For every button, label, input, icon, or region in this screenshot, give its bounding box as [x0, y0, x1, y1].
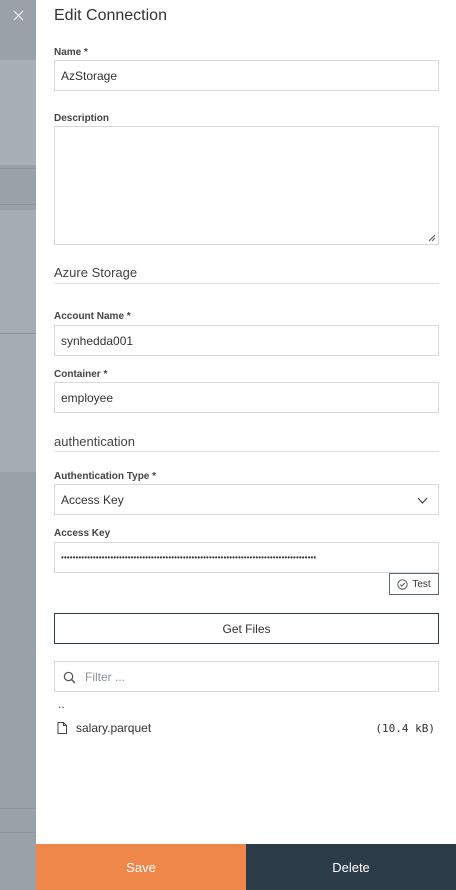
section-divider — [54, 283, 439, 284]
background-divider — [0, 204, 36, 205]
auth-type-value: Access Key — [61, 492, 124, 507]
account-name-label: Account Name * — [54, 311, 131, 322]
delete-button[interactable]: Delete — [246, 844, 456, 890]
azure-storage-section-title: Azure Storage — [54, 265, 138, 280]
file-icon — [57, 722, 67, 734]
test-button-label: Test — [412, 578, 431, 590]
access-key-label: Access Key — [54, 528, 111, 539]
close-button[interactable] — [0, 0, 36, 30]
background-strip — [0, 210, 36, 472]
description-textarea[interactable] — [54, 126, 439, 245]
filter-placeholder: Filter ... — [85, 669, 126, 684]
name-value: AzStorage — [61, 68, 118, 83]
search-icon — [63, 671, 76, 684]
account-name-input[interactable]: synhedda001 — [54, 325, 439, 356]
file-list-item[interactable]: salary.parquet (10.4 kB) — [54, 718, 439, 738]
file-size: (10.4 kB) — [375, 721, 435, 735]
access-key-value: ••••••••••••••••••••••••••••••••••••••••… — [61, 553, 317, 562]
container-input[interactable]: employee — [54, 382, 439, 413]
background-divider — [0, 333, 36, 334]
edit-connection-panel: Edit Connection Name * AzStorage Descrip… — [36, 0, 456, 890]
check-circle-icon — [397, 578, 408, 590]
background-strip — [0, 60, 36, 165]
chevron-down-icon — [417, 497, 428, 504]
auth-type-select[interactable]: Access Key — [54, 484, 439, 515]
filter-input[interactable]: Filter ... — [54, 661, 439, 692]
background-divider — [0, 832, 36, 833]
description-label: Description — [54, 113, 110, 124]
get-files-label: Get Files — [222, 621, 271, 636]
background-divider — [0, 168, 36, 169]
auth-type-label: Authentication Type * — [54, 471, 157, 482]
section-divider — [54, 451, 439, 452]
save-button[interactable]: Save — [36, 844, 246, 890]
panel-title: Edit Connection — [54, 7, 167, 24]
container-label: Container * — [54, 369, 108, 380]
parent-directory-item[interactable]: .. — [58, 697, 65, 711]
test-button[interactable]: Test — [389, 573, 439, 595]
authentication-section-title: authentication — [54, 434, 135, 449]
container-value: employee — [61, 390, 114, 405]
footer-actions: Save Delete — [36, 844, 456, 890]
access-key-input[interactable]: ••••••••••••••••••••••••••••••••••••••••… — [54, 542, 439, 573]
name-input[interactable]: AzStorage — [54, 60, 439, 91]
resize-handle-icon[interactable] — [428, 234, 436, 242]
close-icon — [13, 10, 23, 20]
name-label: Name * — [54, 47, 88, 58]
get-files-button[interactable]: Get Files — [54, 613, 439, 644]
background-app — [0, 0, 36, 890]
account-name-value: synhedda001 — [61, 333, 134, 348]
background-divider — [0, 808, 36, 809]
file-name: salary.parquet — [76, 721, 152, 735]
